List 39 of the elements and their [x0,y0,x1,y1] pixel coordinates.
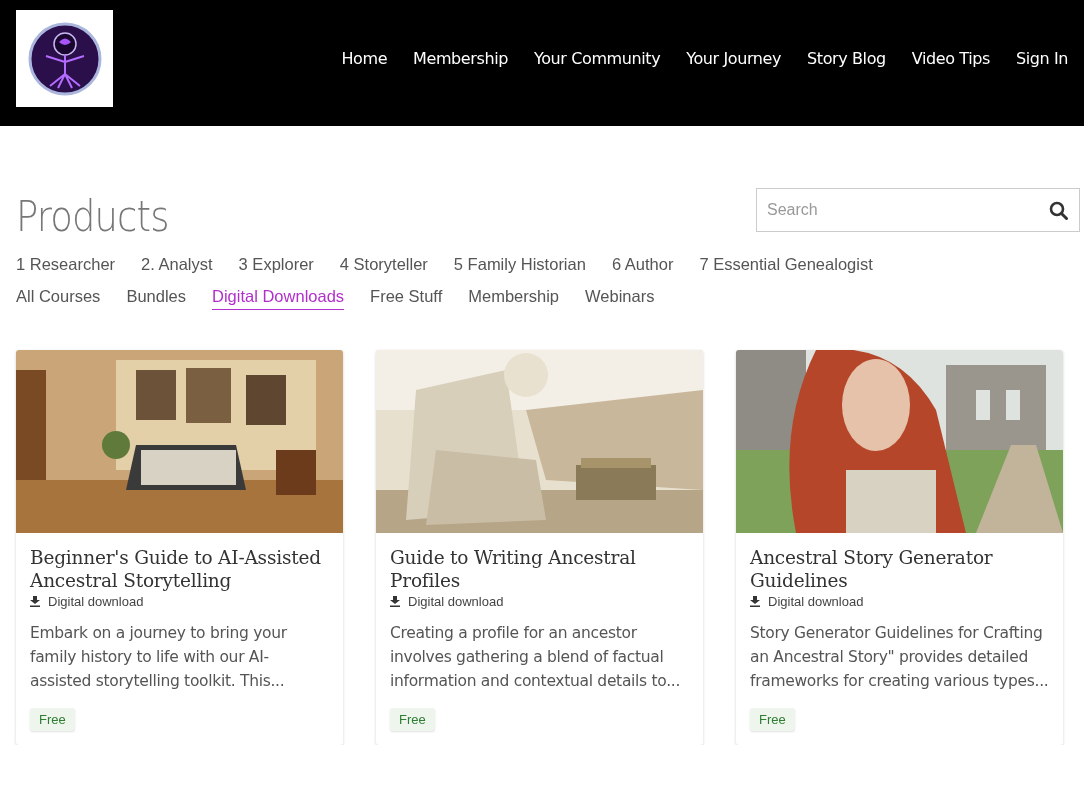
download-icon [750,596,760,607]
nav-link[interactable]: Video Tips [911,49,990,68]
price-badge: Free [390,708,435,731]
nav-link[interactable]: Story Blog [807,49,886,68]
category-link[interactable]: Free Stuff [370,287,443,310]
search-field[interactable]: Search [756,187,1080,232]
nav-link[interactable]: Membership [413,49,508,68]
category-link[interactable]: 7 Essential Genealogist [699,255,873,278]
download-icon [390,596,400,607]
price-badge: Free [30,708,75,731]
product-title[interactable]: Guide to Writing Ancestral Profiles [390,546,689,592]
download-icon [30,596,40,607]
page-title: Products [16,192,169,241]
category-link[interactable]: Digital Downloads [212,287,345,310]
product-type: Digital download [768,594,864,609]
nav-link[interactable]: Your Community [534,49,661,68]
product-description: Embark on a journey to bring your family history to life with our AI-assisted storytelling toolkit. This... [30,623,288,692]
category-link[interactable]: 6 Author [611,255,674,278]
category-link[interactable]: 2. Analyst [141,255,213,278]
product-title[interactable]: Beginner's Guide to AI-Assisted Ancestral Storytelling [30,546,329,592]
nav-link[interactable]: Home [341,49,388,68]
search-icon[interactable] [1049,200,1068,220]
logo[interactable] [16,10,113,107]
category-link[interactable]: Membership [468,287,560,310]
product-description: Story Generator Guidelines for Crafting an Ancestral Story" provides detailed frameworks for creating various types... [750,623,1049,692]
product-type: Digital download [408,594,504,609]
price-badge: Free [750,708,795,731]
nav-link[interactable]: Sign In [1015,49,1068,68]
product-type: Digital download [48,594,144,609]
nav-link[interactable]: Your Journey [686,49,782,68]
category-link[interactable]: Bundles [126,287,186,310]
category-link[interactable]: 3 Explorer [238,255,314,278]
category-link[interactable]: 1 Researcher [16,255,116,278]
product-title[interactable]: Ancestral Story Generator Guidelines [750,546,1049,592]
product-description: Creating a profile for an ancestor involves gathering a blend of factual information and contextual details to... [390,623,682,692]
category-link[interactable]: 4 Storyteller [339,255,428,278]
category-link[interactable]: Webinars [585,287,655,310]
category-link[interactable]: 5 Family Historian [453,255,586,278]
category-link[interactable]: All Courses [16,287,101,310]
